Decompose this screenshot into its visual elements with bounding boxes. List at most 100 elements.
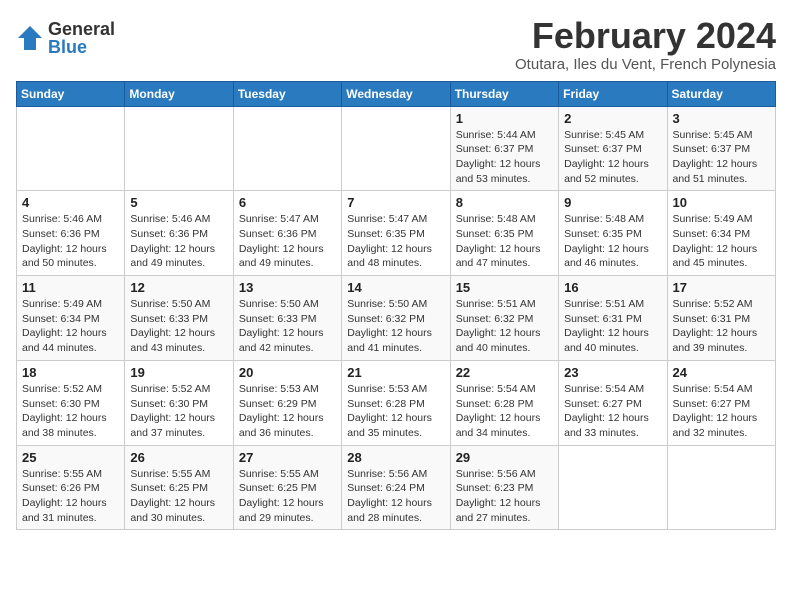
day-info: Sunrise: 5:53 AMSunset: 6:29 PMDaylight:… bbox=[239, 382, 336, 441]
day-number: 19 bbox=[130, 365, 227, 380]
calendar-cell: 15Sunrise: 5:51 AMSunset: 6:32 PMDayligh… bbox=[450, 276, 558, 361]
calendar-cell: 24Sunrise: 5:54 AMSunset: 6:27 PMDayligh… bbox=[667, 360, 775, 445]
day-number: 27 bbox=[239, 450, 336, 465]
day-of-week-thursday: Thursday bbox=[450, 81, 558, 106]
logo-blue: Blue bbox=[48, 38, 115, 56]
day-info: Sunrise: 5:48 AMSunset: 6:35 PMDaylight:… bbox=[564, 212, 661, 271]
day-number: 7 bbox=[347, 195, 444, 210]
day-number: 26 bbox=[130, 450, 227, 465]
day-number: 28 bbox=[347, 450, 444, 465]
day-number: 2 bbox=[564, 111, 661, 126]
day-number: 1 bbox=[456, 111, 553, 126]
calendar-cell: 11 Sunrise: 5:49 AMSunset: 6:34 PMDayligh… bbox=[17, 276, 125, 361]
day-info: Sunrise: 5:54 AMSunset: 6:27 PMDaylight:… bbox=[673, 382, 770, 441]
calendar-cell bbox=[667, 445, 775, 530]
day-info: Sunrise: 5:44 AMSunset: 6:37 PMDaylight:… bbox=[456, 128, 553, 187]
day-number: 16 bbox=[564, 280, 661, 295]
day-of-week-friday: Friday bbox=[559, 81, 667, 106]
calendar-cell bbox=[233, 106, 341, 191]
calendar-week-4: 18 Sunrise: 5:52 AMSunset: 6:30 PMDayligh… bbox=[17, 360, 776, 445]
calendar-cell: 14 Sunrise: 5:50 AMSunset: 6:32 PMDayligh… bbox=[342, 276, 450, 361]
calendar-cell bbox=[125, 106, 233, 191]
day-info: Sunrise: 5:52 AMSunset: 6:30 PMDaylight:… bbox=[130, 382, 227, 441]
day-info: Sunrise: 5:47 AMSunset: 6:35 PMDaylight:… bbox=[347, 212, 444, 271]
calendar-cell: 28 Sunrise: 5:56 AMSunset: 6:24 PMDayligh… bbox=[342, 445, 450, 530]
day-of-week-sunday: Sunday bbox=[17, 81, 125, 106]
calendar-week-3: 11 Sunrise: 5:49 AMSunset: 6:34 PMDayligh… bbox=[17, 276, 776, 361]
day-info: Sunrise: 5:50 AMSunset: 6:32 PMDaylight:… bbox=[347, 297, 444, 356]
day-info: Sunrise: 5:53 AMSunset: 6:28 PMDaylight:… bbox=[347, 382, 444, 441]
calendar-week-5: 25Sunrise: 5:55 AMSunset: 6:26 PMDayligh… bbox=[17, 445, 776, 530]
day-of-week-saturday: Saturday bbox=[667, 81, 775, 106]
calendar-cell: 13 Sunrise: 5:50 AMSunset: 6:33 PMDayligh… bbox=[233, 276, 341, 361]
day-number: 21 bbox=[347, 365, 444, 380]
logo-general: General bbox=[48, 20, 115, 38]
calendar-cell: 26 Sunrise: 5:55 AMSunset: 6:25 PMDayligh… bbox=[125, 445, 233, 530]
day-number: 4 bbox=[22, 195, 119, 210]
day-info: Sunrise: 5:55 AMSunset: 6:26 PMDaylight:… bbox=[22, 467, 119, 526]
day-number: 23 bbox=[564, 365, 661, 380]
day-info: Sunrise: 5:52 AMSunset: 6:30 PMDaylight:… bbox=[22, 382, 119, 441]
calendar-cell bbox=[342, 106, 450, 191]
day-info: Sunrise: 5:49 AMSunset: 6:34 PMDaylight:… bbox=[22, 297, 119, 356]
day-info: Sunrise: 5:51 AMSunset: 6:31 PMDaylight:… bbox=[564, 297, 661, 356]
day-info: Sunrise: 5:56 AMSunset: 6:24 PMDaylight:… bbox=[347, 467, 444, 526]
day-info: Sunrise: 5:50 AMSunset: 6:33 PMDaylight:… bbox=[130, 297, 227, 356]
calendar-week-1: 1 Sunrise: 5:44 AMSunset: 6:37 PMDaylight… bbox=[17, 106, 776, 191]
day-info: Sunrise: 5:45 AMSunset: 6:37 PMDaylight:… bbox=[564, 128, 661, 187]
day-number: 10 bbox=[673, 195, 770, 210]
calendar-header-row: SundayMondayTuesdayWednesdayThursdayFrid… bbox=[17, 81, 776, 106]
day-info: Sunrise: 5:46 AMSunset: 6:36 PMDaylight:… bbox=[130, 212, 227, 271]
title-block: February 2024 Otutara, Iles du Vent, Fre… bbox=[515, 16, 776, 73]
day-number: 17 bbox=[673, 280, 770, 295]
calendar-cell: 4 Sunrise: 5:46 AMSunset: 6:36 PMDaylight… bbox=[17, 191, 125, 276]
day-number: 18 bbox=[22, 365, 119, 380]
day-of-week-tuesday: Tuesday bbox=[233, 81, 341, 106]
calendar-cell: 19 Sunrise: 5:52 AMSunset: 6:30 PMDayligh… bbox=[125, 360, 233, 445]
calendar-cell: 27 Sunrise: 5:55 AMSunset: 6:25 PMDayligh… bbox=[233, 445, 341, 530]
calendar-cell: 23 Sunrise: 5:54 AMSunset: 6:27 PMDayligh… bbox=[559, 360, 667, 445]
logo-text: General Blue bbox=[48, 20, 115, 56]
day-info: Sunrise: 5:50 AMSunset: 6:33 PMDaylight:… bbox=[239, 297, 336, 356]
day-info: Sunrise: 5:51 AMSunset: 6:32 PMDaylight:… bbox=[456, 297, 553, 356]
calendar-cell: 29Sunrise: 5:56 AMSunset: 6:23 PMDayligh… bbox=[450, 445, 558, 530]
logo: General Blue bbox=[16, 20, 115, 56]
calendar-cell: 20 Sunrise: 5:53 AMSunset: 6:29 PMDayligh… bbox=[233, 360, 341, 445]
day-number: 9 bbox=[564, 195, 661, 210]
day-of-week-wednesday: Wednesday bbox=[342, 81, 450, 106]
logo-icon bbox=[16, 24, 44, 52]
day-number: 5 bbox=[130, 195, 227, 210]
day-info: Sunrise: 5:47 AMSunset: 6:36 PMDaylight:… bbox=[239, 212, 336, 271]
calendar-table: SundayMondayTuesdayWednesdayThursdayFrid… bbox=[16, 81, 776, 531]
day-number: 29 bbox=[456, 450, 553, 465]
day-info: Sunrise: 5:54 AMSunset: 6:28 PMDaylight:… bbox=[456, 382, 553, 441]
day-info: Sunrise: 5:48 AMSunset: 6:35 PMDaylight:… bbox=[456, 212, 553, 271]
calendar-cell: 7 Sunrise: 5:47 AMSunset: 6:35 PMDaylight… bbox=[342, 191, 450, 276]
day-info: Sunrise: 5:49 AMSunset: 6:34 PMDaylight:… bbox=[673, 212, 770, 271]
calendar-cell: 8Sunrise: 5:48 AMSunset: 6:35 PMDaylight… bbox=[450, 191, 558, 276]
day-info: Sunrise: 5:52 AMSunset: 6:31 PMDaylight:… bbox=[673, 297, 770, 356]
day-number: 14 bbox=[347, 280, 444, 295]
day-number: 11 bbox=[22, 280, 119, 295]
calendar-cell bbox=[559, 445, 667, 530]
calendar-subtitle: Otutara, Iles du Vent, French Polynesia bbox=[515, 56, 776, 73]
calendar-cell bbox=[17, 106, 125, 191]
page-header: General Blue February 2024 Otutara, Iles… bbox=[16, 16, 776, 73]
calendar-cell: 22 Sunrise: 5:54 AMSunset: 6:28 PMDayligh… bbox=[450, 360, 558, 445]
day-number: 12 bbox=[130, 280, 227, 295]
calendar-cell: 5 Sunrise: 5:46 AMSunset: 6:36 PMDaylight… bbox=[125, 191, 233, 276]
calendar-cell: 12 Sunrise: 5:50 AMSunset: 6:33 PMDayligh… bbox=[125, 276, 233, 361]
day-info: Sunrise: 5:46 AMSunset: 6:36 PMDaylight:… bbox=[22, 212, 119, 271]
day-info: Sunrise: 5:55 AMSunset: 6:25 PMDaylight:… bbox=[239, 467, 336, 526]
day-info: Sunrise: 5:55 AMSunset: 6:25 PMDaylight:… bbox=[130, 467, 227, 526]
day-info: Sunrise: 5:54 AMSunset: 6:27 PMDaylight:… bbox=[564, 382, 661, 441]
calendar-cell: 6Sunrise: 5:47 AMSunset: 6:36 PMDaylight… bbox=[233, 191, 341, 276]
calendar-cell: 3Sunrise: 5:45 AMSunset: 6:37 PMDaylight… bbox=[667, 106, 775, 191]
day-number: 22 bbox=[456, 365, 553, 380]
calendar-cell: 10 Sunrise: 5:49 AMSunset: 6:34 PMDayligh… bbox=[667, 191, 775, 276]
day-number: 13 bbox=[239, 280, 336, 295]
calendar-cell: 18 Sunrise: 5:52 AMSunset: 6:30 PMDayligh… bbox=[17, 360, 125, 445]
day-of-week-monday: Monday bbox=[125, 81, 233, 106]
calendar-week-2: 4 Sunrise: 5:46 AMSunset: 6:36 PMDaylight… bbox=[17, 191, 776, 276]
day-number: 20 bbox=[239, 365, 336, 380]
